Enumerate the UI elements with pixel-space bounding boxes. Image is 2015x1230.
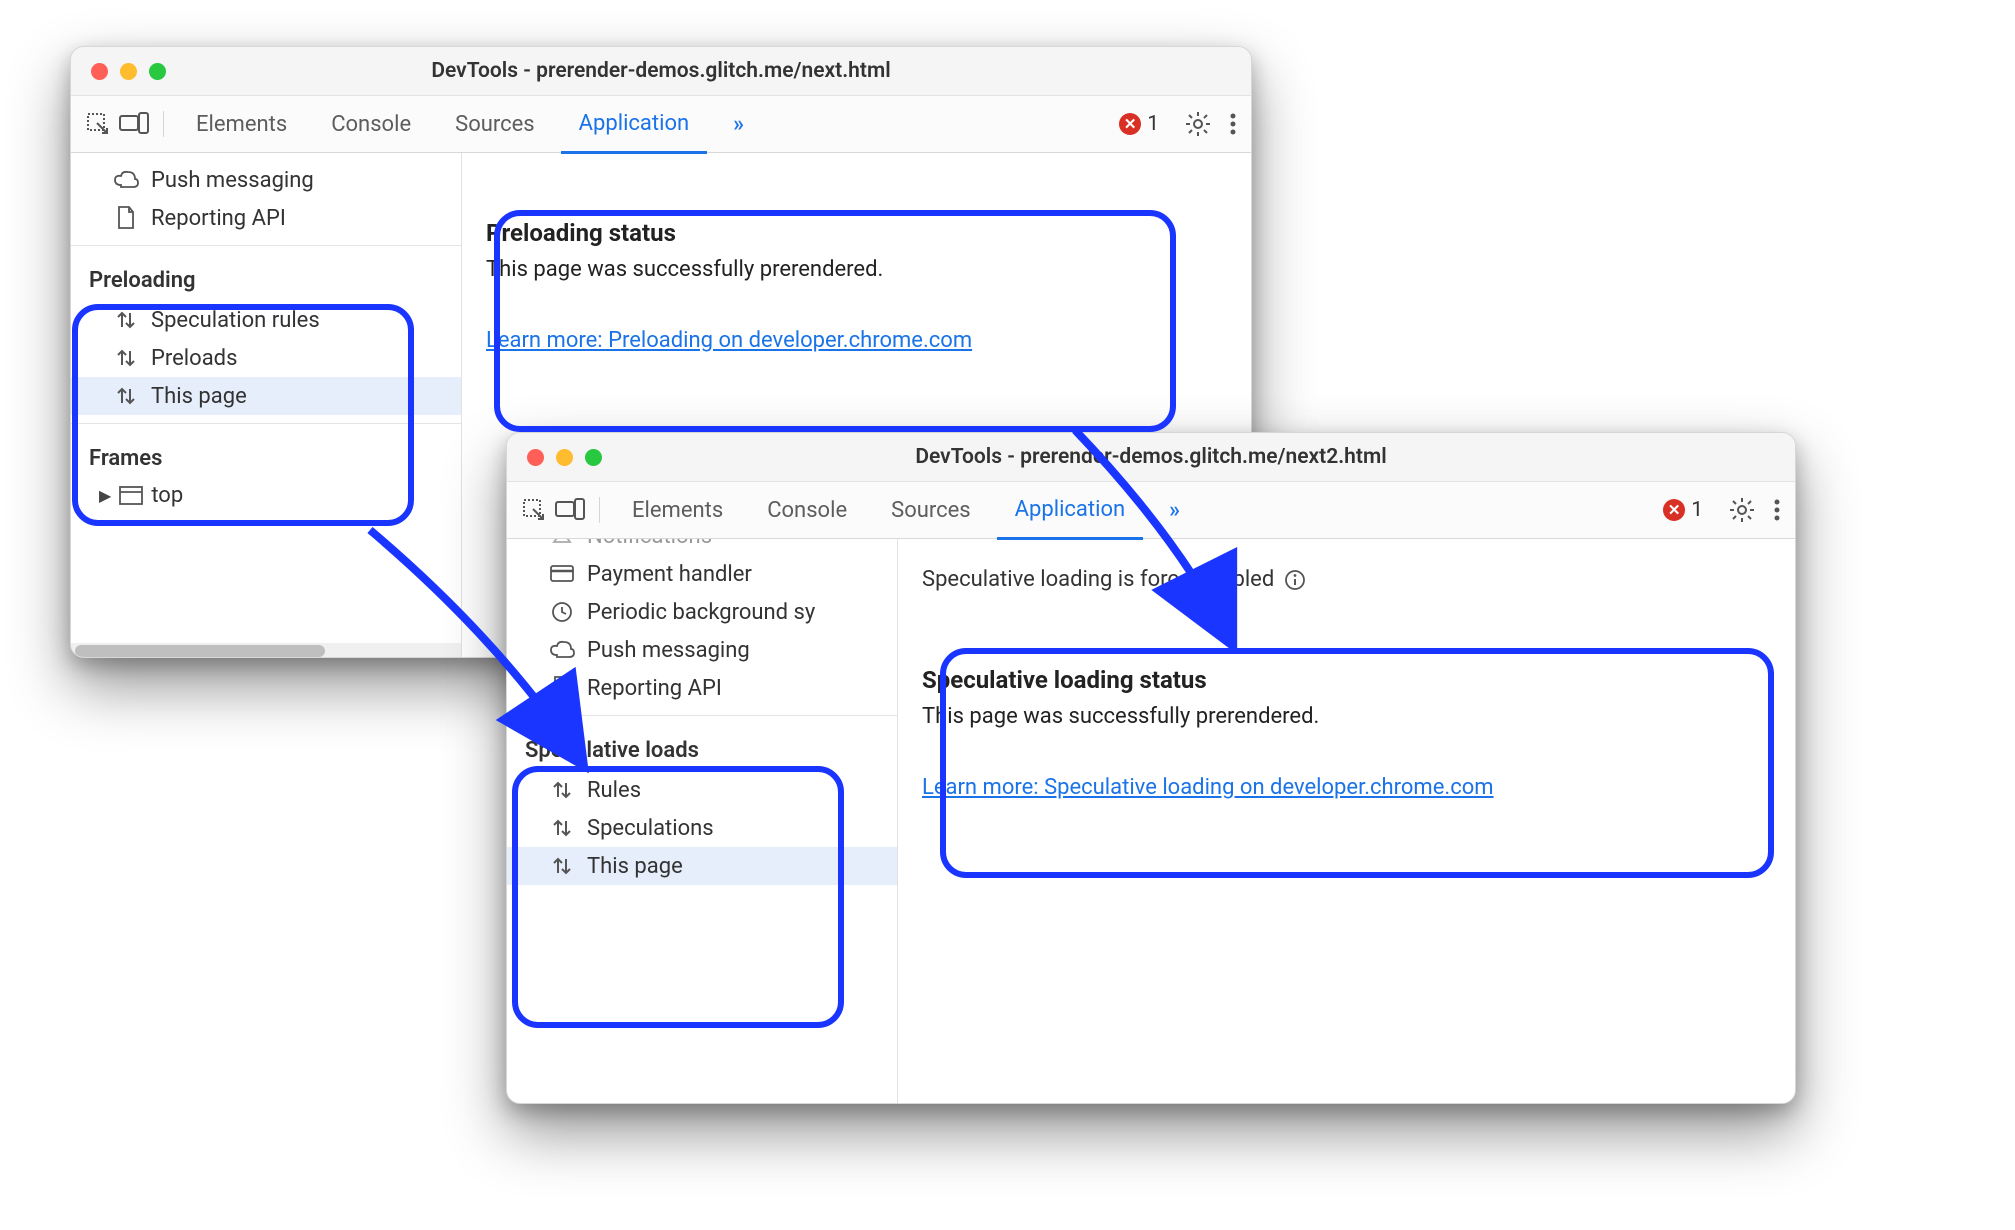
device-toolbar-icon[interactable] <box>119 112 149 136</box>
sidebar-item-label: Preloads <box>151 346 237 371</box>
window-minimize-button[interactable] <box>120 63 137 80</box>
sidebar-item-label: Periodic background sy <box>587 600 815 625</box>
card-icon <box>549 561 575 587</box>
error-counter[interactable]: ✕ 1 <box>1663 498 1703 522</box>
updown-icon <box>549 815 575 841</box>
horizontal-scrollbar[interactable] <box>71 643 461 658</box>
clock-icon <box>549 599 575 625</box>
sidebar-section-speculative-loads: Speculative loads <box>507 724 897 771</box>
tab-console[interactable]: Console <box>749 482 865 538</box>
frame-label: top <box>151 483 183 508</box>
updown-icon <box>113 307 139 333</box>
bell-icon <box>549 539 575 549</box>
tab-application[interactable]: Application <box>997 481 1143 540</box>
inspect-icon[interactable] <box>521 497 547 523</box>
window-zoom-button[interactable] <box>149 63 166 80</box>
updown-icon <box>113 345 139 371</box>
window-title: DevTools - prerender-demos.glitch.me/nex… <box>71 59 1251 83</box>
kebab-menu-icon[interactable] <box>1229 112 1237 136</box>
updown-icon <box>113 383 139 409</box>
window-minimize-button[interactable] <box>556 449 573 466</box>
sidebar-item-reporting-api[interactable]: Reporting API <box>71 199 461 237</box>
sidebar-item-label: Push messaging <box>587 638 750 663</box>
force-enabled-text: Speculative loading is force-enabled <box>922 567 1274 592</box>
sidebar-item-periodic-sync[interactable]: Periodic background sy <box>507 593 897 631</box>
sidebar-item-payment-handler[interactable]: Payment handler <box>507 555 897 593</box>
tab-sources[interactable]: Sources <box>873 482 989 538</box>
window-titlebar: DevTools - prerender-demos.glitch.me/nex… <box>507 433 1795 482</box>
window-zoom-button[interactable] <box>585 449 602 466</box>
sidebar-item-label: Speculations <box>587 816 714 841</box>
settings-icon[interactable] <box>1729 497 1755 523</box>
devtools-tabbar: Elements Console Sources Application » ✕… <box>71 96 1251 153</box>
sidebar-item-speculations[interactable]: Speculations <box>507 809 897 847</box>
sidebar-item-preloads[interactable]: Preloads <box>71 339 461 377</box>
sidebar-section-preloading: Preloading <box>71 254 461 301</box>
sidebar-item-label: This page <box>151 384 247 409</box>
sidebar-item-push-messaging[interactable]: Push messaging <box>71 161 461 199</box>
panel-heading: Preloading status <box>486 219 1227 247</box>
sidebar-item-push-messaging[interactable]: Push messaging <box>507 631 897 669</box>
window-titlebar: DevTools - prerender-demos.glitch.me/nex… <box>71 47 1251 96</box>
frame-icon <box>119 486 143 506</box>
sidebar-item-label: Push messaging <box>151 168 314 193</box>
sidebar-item-notifications[interactable]: Notifications <box>507 539 897 555</box>
error-count: 1 <box>1691 498 1703 522</box>
tab-elements[interactable]: Elements <box>178 96 305 152</box>
device-toolbar-icon[interactable] <box>555 498 585 522</box>
kebab-menu-icon[interactable] <box>1773 498 1781 522</box>
devtools-tabbar: Elements Console Sources Application » ✕… <box>507 482 1795 539</box>
window-title: DevTools - prerender-demos.glitch.me/nex… <box>507 445 1795 469</box>
sidebar-item-label: Speculation rules <box>151 308 320 333</box>
sidebar-item-label: Payment handler <box>587 562 752 587</box>
panel-status-text: This page was successfully prerendered. <box>486 257 1227 282</box>
error-counter[interactable]: ✕ 1 <box>1119 112 1159 136</box>
tab-overflow[interactable]: » <box>1151 482 1198 538</box>
sidebar-item-this-page[interactable]: This page <box>507 847 897 885</box>
sidebar-item-frame-top[interactable]: ▶ top <box>71 479 461 512</box>
panel-heading: Speculative loading status <box>922 666 1771 694</box>
learn-more-link[interactable]: Learn more: Preloading on developer.chro… <box>486 328 972 353</box>
error-icon: ✕ <box>1119 113 1141 135</box>
updown-icon <box>549 777 575 803</box>
tab-sources[interactable]: Sources <box>437 96 553 152</box>
sidebar-item-this-page[interactable]: This page <box>71 377 461 415</box>
panel-status-text: This page was successfully prerendered. <box>922 704 1771 729</box>
cloud-icon <box>549 637 575 663</box>
updown-icon <box>549 853 575 879</box>
tab-console[interactable]: Console <box>313 96 429 152</box>
cloud-icon <box>113 167 139 193</box>
sidebar-item-rules[interactable]: Rules <box>507 771 897 809</box>
tab-application[interactable]: Application <box>561 95 707 154</box>
info-icon[interactable] <box>1284 569 1306 591</box>
sidebar-section-frames: Frames <box>71 432 461 479</box>
tab-elements[interactable]: Elements <box>614 482 741 538</box>
sidebar-item-label: Notifications <box>587 539 712 549</box>
window-close-button[interactable] <box>91 63 108 80</box>
document-icon <box>549 675 575 701</box>
sidebar-item-label: Reporting API <box>587 676 722 701</box>
document-icon <box>113 205 139 231</box>
error-count: 1 <box>1147 112 1159 136</box>
inspect-icon[interactable] <box>85 111 111 137</box>
sidebar-item-label: This page <box>587 854 683 879</box>
sidebar-item-reporting-api[interactable]: Reporting API <box>507 669 897 707</box>
sidebar-item-label: Rules <box>587 778 641 803</box>
error-icon: ✕ <box>1663 499 1685 521</box>
sidebar-item-speculation-rules[interactable]: Speculation rules <box>71 301 461 339</box>
sidebar-item-label: Reporting API <box>151 206 286 231</box>
window-close-button[interactable] <box>527 449 544 466</box>
settings-icon[interactable] <box>1185 111 1211 137</box>
triangle-right-icon: ▶ <box>99 486 111 505</box>
learn-more-link[interactable]: Learn more: Speculative loading on devel… <box>922 775 1494 800</box>
tab-overflow[interactable]: » <box>715 96 762 152</box>
